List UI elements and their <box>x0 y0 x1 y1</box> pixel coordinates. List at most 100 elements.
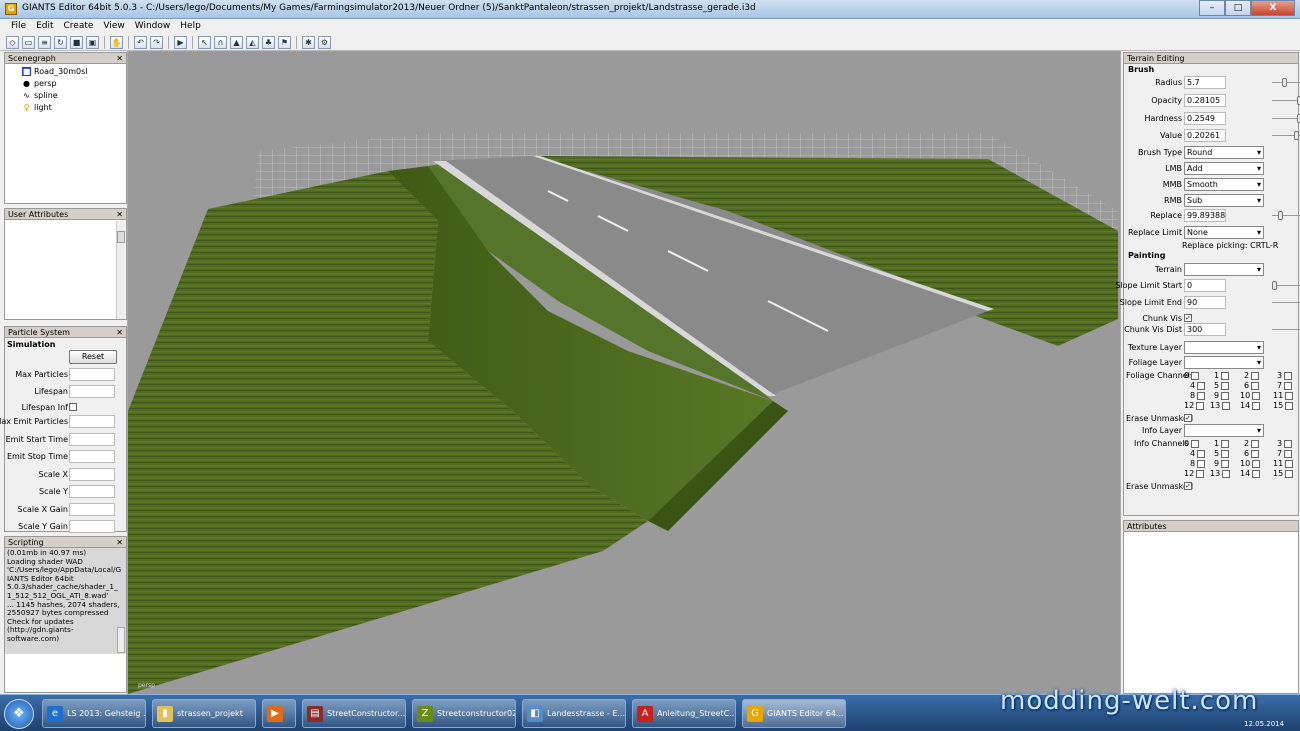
brush-type-select[interactable]: Round <box>1184 146 1264 159</box>
minimize-button[interactable]: – <box>1199 0 1225 16</box>
foliage-channel-checkbox[interactable] <box>1285 391 1294 400</box>
slope-limit-end-field[interactable]: 90 <box>1184 296 1226 309</box>
task-pdf[interactable]: A Anleitung_StreetC... <box>632 699 736 728</box>
foliage-paint-icon[interactable]: ♣ <box>262 35 275 49</box>
slider-thumb[interactable] <box>1294 131 1299 140</box>
menu-help[interactable]: Help <box>175 19 206 34</box>
close-icon[interactable]: ✕ <box>116 209 123 220</box>
info-channel-checkbox[interactable] <box>1221 459 1230 468</box>
task-ie[interactable]: e LS 2013: Gehsteig ... <box>42 699 146 728</box>
replace-limit-select[interactable]: None <box>1184 226 1264 239</box>
foliage-channel-checkbox[interactable] <box>1252 401 1261 410</box>
hardness-slider[interactable] <box>1272 114 1300 123</box>
max-emit-particles-field[interactable] <box>69 415 115 428</box>
emit-start-time-field[interactable] <box>69 433 115 446</box>
replace-slider[interactable] <box>1272 211 1300 220</box>
close-icon[interactable]: ✕ <box>116 53 123 64</box>
info-channel-checkbox[interactable] <box>1191 439 1200 448</box>
foliage-channel-checkbox[interactable] <box>1284 381 1293 390</box>
info-channel-checkbox[interactable] <box>1197 449 1206 458</box>
menu-create[interactable]: Create <box>59 19 99 34</box>
terrain-select[interactable] <box>1184 263 1264 276</box>
task-editor[interactable]: ◧ Landesstrasse - E... <box>522 699 626 728</box>
foliage-channel-checkbox[interactable] <box>1221 381 1230 390</box>
slope-limit-start-slider[interactable] <box>1272 281 1300 290</box>
foliage-channel-checkbox[interactable] <box>1222 401 1231 410</box>
navmesh-icon[interactable]: ✱ <box>302 35 315 49</box>
foliage-channel-checkbox[interactable] <box>1191 371 1200 380</box>
radius-slider[interactable] <box>1272 78 1300 87</box>
value-slider[interactable] <box>1272 131 1300 140</box>
select-icon[interactable]: ↖ <box>198 35 211 49</box>
foliage-layer-select[interactable] <box>1184 356 1264 369</box>
mmb-select[interactable]: Smooth <box>1184 178 1264 191</box>
scale-y-field[interactable] <box>69 485 115 498</box>
info-channel-checkbox[interactable] <box>1221 449 1230 458</box>
redo-icon[interactable]: ↷ <box>150 35 163 49</box>
lifespan-inf-checkbox[interactable] <box>69 403 77 411</box>
hand-icon[interactable]: ✋ <box>110 35 123 49</box>
play-icon[interactable]: ▶ <box>174 35 187 49</box>
move-icon[interactable]: ∩ <box>214 35 227 49</box>
info-channel-checkbox[interactable] <box>1251 439 1260 448</box>
maximize-button[interactable]: □ <box>1225 0 1251 16</box>
close-icon[interactable]: ✕ <box>116 327 123 338</box>
slider-thumb[interactable] <box>1278 211 1283 220</box>
scrollbar[interactable] <box>117 627 125 653</box>
reset-button[interactable]: Reset <box>69 350 117 364</box>
foliage-channel-checkbox[interactable] <box>1285 401 1294 410</box>
foliage-channel-checkbox[interactable] <box>1197 391 1206 400</box>
menu-window[interactable]: Window <box>130 19 176 34</box>
foliage-channel-checkbox[interactable] <box>1196 401 1205 410</box>
task-folder[interactable]: ▮ strassen_projekt <box>152 699 256 728</box>
info-channel-checkbox[interactable] <box>1251 449 1260 458</box>
scenegraph-item-road[interactable]: ■ Road_30m0sl <box>22 67 88 76</box>
new-icon[interactable]: ◇ <box>6 35 19 49</box>
settings-icon[interactable]: ⚙ <box>318 35 331 49</box>
task-media[interactable]: ▶ <box>262 699 296 728</box>
task-winrar[interactable]: ▤ StreetConstructor... <box>302 699 406 728</box>
info-channel-checkbox[interactable] <box>1284 449 1293 458</box>
3d-viewport[interactable]: persp <box>128 51 1120 694</box>
erase-unmasked-checkbox[interactable]: ✓ <box>1184 482 1192 490</box>
menu-view[interactable]: View <box>98 19 129 34</box>
slope-limit-end-slider[interactable] <box>1272 302 1300 303</box>
texture-layer-select[interactable] <box>1184 341 1264 354</box>
erase-unmasked-checkbox[interactable]: ✓ <box>1184 414 1192 422</box>
slope-limit-start-field[interactable]: 0 <box>1184 279 1226 292</box>
max-particles-field[interactable] <box>69 368 115 381</box>
radius-field[interactable]: 5.7 <box>1184 76 1226 89</box>
lifespan-field[interactable] <box>69 385 115 398</box>
scenegraph-item-persp[interactable]: ● persp <box>22 79 57 88</box>
info-layer-select[interactable] <box>1184 424 1264 437</box>
foliage-channel-checkbox[interactable] <box>1251 381 1260 390</box>
info-channel-checkbox[interactable] <box>1285 459 1294 468</box>
menu-file[interactable]: File <box>6 19 31 34</box>
open-icon[interactable]: ▭ <box>22 35 35 49</box>
slider-thumb[interactable] <box>1272 281 1277 290</box>
value-field[interactable]: 0.20261 <box>1184 129 1226 142</box>
save-icon[interactable]: ■ <box>70 35 83 49</box>
terrain-sculpt-icon[interactable]: ▲ <box>230 35 243 49</box>
info-channel-checkbox[interactable] <box>1221 439 1230 448</box>
task-giants-editor[interactable]: G GIANTS Editor 64... <box>742 699 846 728</box>
info-channel-checkbox[interactable] <box>1252 459 1261 468</box>
chunk-vis-dist-field[interactable]: 300 <box>1184 323 1226 336</box>
save-as-icon[interactable]: ▣ <box>86 35 99 49</box>
info-channel-checkbox[interactable] <box>1252 469 1261 478</box>
foliage-channel-checkbox[interactable] <box>1284 371 1293 380</box>
opacity-slider[interactable] <box>1272 96 1300 105</box>
hardness-field[interactable]: 0.2549 <box>1184 112 1226 125</box>
undo-icon[interactable]: ↶ <box>134 35 147 49</box>
info-paint-icon[interactable]: ⚑ <box>278 35 291 49</box>
info-channel-checkbox[interactable] <box>1285 469 1294 478</box>
chunk-vis-dist-slider[interactable] <box>1272 329 1300 330</box>
refresh-icon[interactable]: ↻ <box>54 35 67 49</box>
info-channel-checkbox[interactable] <box>1197 459 1206 468</box>
task-7zip[interactable]: Z Streetconstructor02 <box>412 699 516 728</box>
opacity-field[interactable]: 0.28105 <box>1184 94 1226 107</box>
scrollbar[interactable] <box>116 221 125 319</box>
info-channel-checkbox[interactable] <box>1196 469 1205 478</box>
start-button[interactable]: ❖ <box>4 699 34 729</box>
emit-stop-time-field[interactable] <box>69 450 115 463</box>
